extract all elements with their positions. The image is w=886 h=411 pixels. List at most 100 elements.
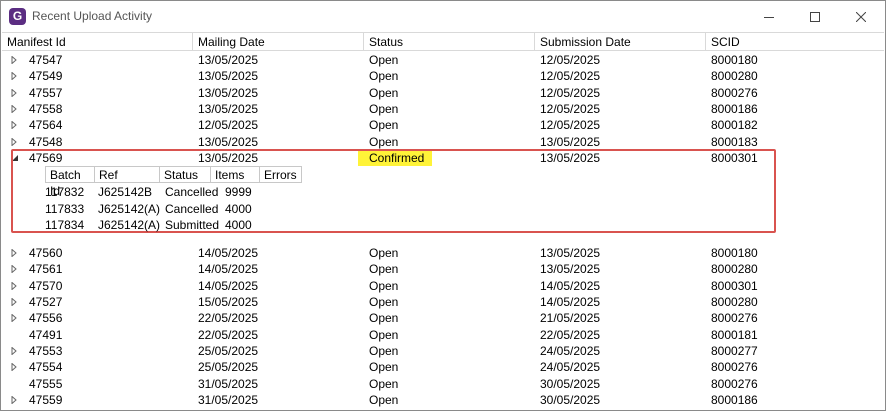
cell-manifest-id: 47558 (29, 102, 63, 116)
cell-manifest-id: 47557 (29, 86, 63, 100)
collapse-arrow-icon (12, 155, 18, 161)
expand-arrow-icon[interactable] (11, 101, 19, 117)
table-row[interactable]: 47555 31/05/2025 Open 30/05/2025 8000276 (2, 376, 884, 392)
cell-mailing-date: 13/05/2025 (198, 151, 259, 165)
expand-arrow-icon[interactable] (11, 359, 19, 375)
cell-scid: 8000301 (711, 151, 758, 165)
batch-cell-ref: J625142B (98, 185, 153, 199)
expand-arrow-icon[interactable] (11, 278, 19, 294)
cell-submission-date: 12/05/2025 (540, 102, 601, 116)
table-row[interactable]: 47549 13/05/2025 Open 12/05/2025 8000280 (2, 68, 884, 84)
batch-cell-status: Cancelled (165, 201, 219, 216)
table-row[interactable]: 47558 13/05/2025 Open 12/05/2025 8000186 (2, 101, 884, 117)
table-row[interactable]: 47564 12/05/2025 Open 12/05/2025 8000182 (2, 117, 884, 133)
batch-row[interactable]: 117833 J625142(A) Cancelled 4000 (45, 201, 345, 218)
table-row[interactable]: 47553 25/05/2025 Open 24/05/2025 8000277 (2, 343, 884, 359)
cell-manifest-id: 47561 (29, 262, 63, 276)
batch-cell-ref: J625142(A) (98, 201, 161, 216)
table-row[interactable]: 47560 14/05/2025 Open 13/05/2025 8000180 (2, 245, 884, 261)
cell-status: Open (369, 360, 399, 374)
cell-scid: 8000301 (711, 279, 758, 293)
cell-manifest-id: 47553 (29, 344, 63, 358)
expand-arrow-icon[interactable] (11, 310, 19, 326)
cell-status: Open (369, 246, 399, 260)
table-row[interactable]: 47527 15/05/2025 Open 14/05/2025 8000280 (2, 294, 884, 310)
cell-status: Open (369, 118, 399, 132)
cell-mailing-date: 22/05/2025 (198, 328, 259, 342)
table-row[interactable]: 47561 14/05/2025 Open 13/05/2025 8000280 (2, 261, 884, 277)
cell-scid: 8000277 (711, 344, 758, 358)
cell-manifest-id: 47547 (29, 53, 63, 67)
column-header-submission-date[interactable]: Submission Date (535, 33, 706, 51)
column-header-status[interactable]: Status (364, 33, 535, 51)
cell-scid: 8000180 (711, 246, 758, 260)
expand-arrow-icon[interactable] (11, 392, 19, 408)
collapse-arrow-icon[interactable] (11, 150, 19, 166)
column-header-manifest-id[interactable]: Manifest Id (2, 33, 193, 51)
sub-column-header-batch-id[interactable]: Batch Id (45, 166, 95, 198)
sub-column-header-items[interactable]: Items (210, 166, 260, 183)
table-row[interactable]: 47569 13/05/2025 Confirmed 13/05/2025 800030… (2, 150, 884, 166)
expand-arrow-icon[interactable] (11, 245, 19, 261)
table-row[interactable]: 47570 14/05/2025 Open 14/05/2025 8000301 (2, 278, 884, 294)
expand-arrow-icon (11, 396, 17, 404)
column-header-mailing-date[interactable]: Mailing Date (193, 33, 364, 51)
table-row[interactable]: 47491 22/05/2025 Open 22/05/2025 8000181 (2, 327, 884, 343)
table-row[interactable]: 47554 25/05/2025 Open 24/05/2025 8000276 (2, 359, 884, 375)
cell-scid: 8000280 (711, 262, 758, 276)
app-logo-icon: G (9, 8, 26, 25)
cell-manifest-id: 47554 (29, 360, 63, 374)
cell-submission-date: 13/05/2025 (540, 151, 601, 165)
cell-scid: 8000183 (711, 135, 758, 149)
cell-status: Open (369, 393, 399, 407)
expand-arrow-icon[interactable] (11, 343, 19, 359)
expand-arrow-icon[interactable] (11, 134, 19, 150)
cell-status: Open (369, 86, 399, 100)
table-row[interactable]: 47556 22/05/2025 Open 21/05/2025 8000276 (2, 310, 884, 326)
minimize-button[interactable] (746, 1, 792, 32)
cell-mailing-date: 15/05/2025 (198, 295, 259, 309)
expand-arrow-icon[interactable] (11, 261, 19, 277)
cell-mailing-date: 13/05/2025 (198, 53, 259, 67)
cell-manifest-id: 47560 (29, 246, 63, 260)
expand-arrow-icon[interactable] (11, 85, 19, 101)
sub-column-header-errors[interactable]: Errors (259, 166, 302, 183)
batch-cell-status: Cancelled (165, 185, 219, 199)
cell-manifest-id: 47491 (29, 328, 63, 342)
sub-column-header-ref[interactable]: Ref (94, 166, 160, 183)
expand-arrow-icon[interactable] (11, 68, 19, 84)
batch-row[interactable]: 117832 J625142B Cancelled 9999 (45, 184, 345, 201)
expand-arrow-icon (11, 89, 17, 97)
batch-cell-items: 9999 (225, 185, 252, 199)
cell-scid: 8000276 (711, 311, 758, 325)
cell-submission-date: 14/05/2025 (540, 295, 601, 309)
expand-arrow-icon[interactable] (11, 52, 19, 68)
maximize-button[interactable] (792, 1, 838, 32)
cell-scid: 8000280 (711, 69, 758, 83)
table-row[interactable]: 47559 31/05/2025 Open 30/05/2025 8000186 (2, 392, 884, 408)
cell-manifest-id: 47564 (29, 118, 63, 132)
cell-submission-date: 24/05/2025 (540, 360, 601, 374)
table-row[interactable]: 47547 13/05/2025 Open 12/05/2025 8000180 (2, 52, 884, 68)
column-header-scid[interactable]: SCID (706, 33, 884, 51)
cell-status: Open (369, 311, 399, 325)
cell-scid: 8000276 (711, 360, 758, 374)
sub-column-header-status[interactable]: Status (159, 166, 211, 183)
cell-status: Open (369, 69, 399, 83)
cell-submission-date: 13/05/2025 (540, 246, 601, 260)
expand-arrow-icon (11, 363, 17, 371)
cell-submission-date: 30/05/2025 (540, 393, 601, 407)
table-row[interactable]: 47548 13/05/2025 Open 13/05/2025 8000183 (2, 134, 884, 150)
expand-arrow-icon[interactable] (11, 294, 19, 310)
title-bar[interactable]: G Recent Upload Activity (1, 1, 885, 32)
table-row[interactable]: 47557 13/05/2025 Open 12/05/2025 8000276 (2, 85, 884, 101)
expand-arrow-icon[interactable] (11, 117, 19, 133)
cell-submission-date: 12/05/2025 (540, 53, 601, 67)
minimize-icon (764, 16, 774, 18)
window-title: Recent Upload Activity (32, 9, 153, 23)
close-icon (856, 11, 866, 22)
cell-mailing-date: 12/05/2025 (198, 118, 259, 132)
cell-status-highlight: Confirmed (358, 150, 432, 166)
close-button[interactable] (838, 1, 884, 32)
batch-row[interactable]: 117834 J625142(A) Submitted 4000 (45, 217, 345, 234)
